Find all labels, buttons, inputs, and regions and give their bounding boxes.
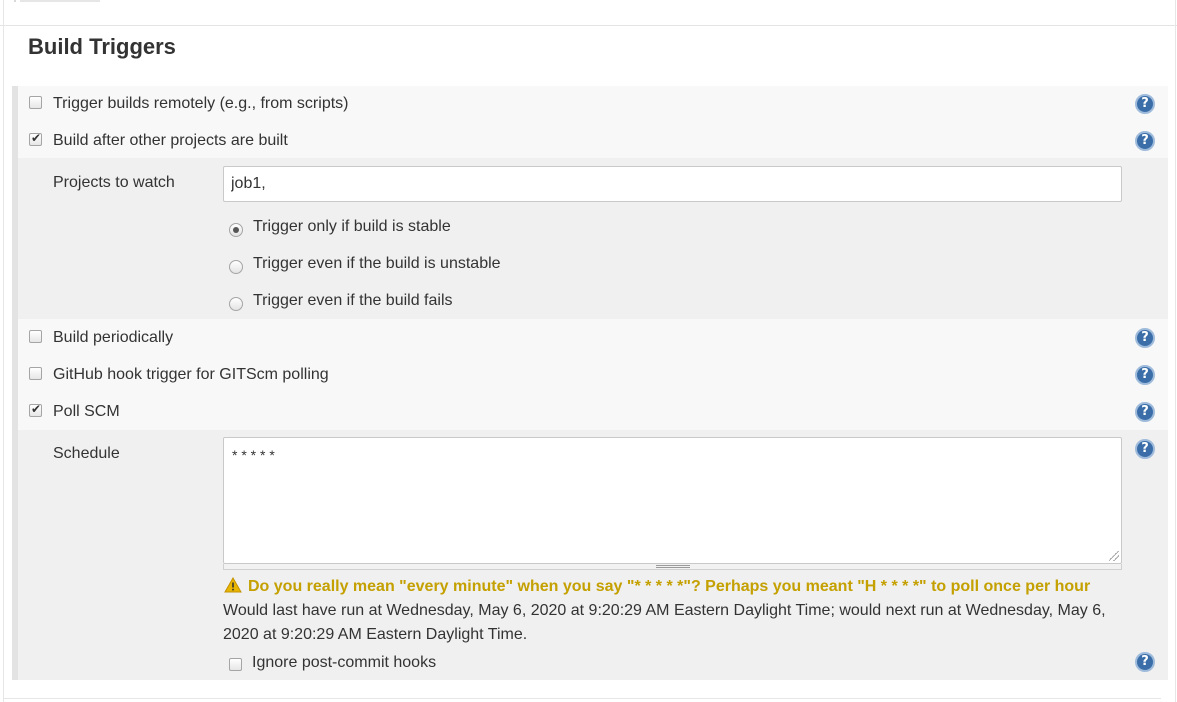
panel-left-border: [3, 0, 4, 702]
radio-stable[interactable]: [229, 223, 243, 237]
projects-to-watch-input[interactable]: [223, 166, 1122, 202]
help-icon[interactable]: ?: [1135, 365, 1155, 385]
section-title: Build Triggers: [28, 34, 176, 59]
ignore-post-commit-label: Ignore post-commit hooks: [252, 654, 437, 671]
radio-stable-label: Trigger only if build is stable: [253, 218, 451, 235]
help-icon[interactable]: ?: [1135, 439, 1155, 459]
schedule-label: Schedule: [53, 445, 120, 462]
tab-stub-left: [14, 0, 16, 2]
trigger-poll-scm-label: Poll SCM: [53, 403, 120, 420]
radio-unstable[interactable]: [229, 260, 243, 274]
trigger-after-other-label: Build after other projects are built: [53, 132, 288, 149]
radio-fails-label: Trigger even if the build fails: [253, 292, 453, 309]
ignore-post-commit-checkbox[interactable]: [229, 658, 242, 671]
bottom-divider: [4, 698, 1161, 699]
schedule-textarea[interactable]: * * * * *: [223, 437, 1122, 564]
trigger-after-other-checkbox[interactable]: [29, 131, 42, 146]
schedule-info-text: Would last have run at Wednesday, May 6,…: [223, 602, 1106, 643]
trigger-periodic-checkbox[interactable]: [29, 330, 42, 343]
help-icon[interactable]: ?: [1135, 328, 1155, 348]
tab-gap: [348, 0, 482, 2]
tab-stub: [20, 0, 100, 2]
trigger-github-hook-checkbox[interactable]: [29, 367, 42, 380]
textarea-resize-handle[interactable]: [1109, 551, 1119, 561]
trigger-remote-label: Trigger builds remotely (e.g., from scri…: [53, 95, 349, 112]
trigger-github-hook-label: GitHub hook trigger for GITScm polling: [53, 366, 329, 383]
help-icon[interactable]: ?: [1135, 652, 1155, 672]
grip-lines: [656, 565, 690, 568]
projects-to-watch-label: Projects to watch: [53, 174, 175, 191]
panel-right-border: [1175, 0, 1176, 702]
warning-text: Do you really mean "every minute" when y…: [248, 578, 1091, 595]
help-icon[interactable]: ?: [1135, 402, 1155, 422]
help-icon[interactable]: ?: [1135, 131, 1155, 151]
radio-unstable-label: Trigger even if the build is unstable: [253, 255, 501, 272]
trigger-periodic-label: Build periodically: [53, 329, 174, 346]
top-divider: [0, 0, 1177, 26]
radio-fails[interactable]: [229, 297, 243, 311]
trigger-remote-checkbox[interactable]: [29, 96, 42, 109]
warning-icon: [224, 577, 242, 593]
help-icon[interactable]: ?: [1135, 94, 1155, 114]
schedule-warning: Do you really mean "every minute" when y…: [224, 577, 1090, 596]
textarea-drag-grip[interactable]: [223, 564, 1122, 570]
trigger-poll-scm-checkbox[interactable]: [29, 402, 42, 417]
